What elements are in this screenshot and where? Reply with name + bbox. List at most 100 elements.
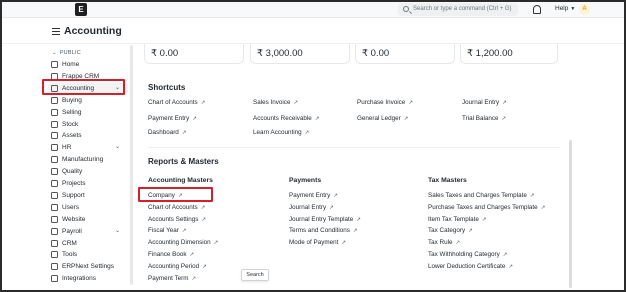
chevron-down-icon[interactable]: ⌄ [115, 83, 120, 94]
arrow-up-right-icon: ↗ [181, 130, 187, 136]
report-link-mode-of-payment[interactable]: Mode of Payment ↗ [289, 239, 346, 246]
cart-icon [51, 96, 58, 104]
arrow-up-right-icon: ↗ [200, 100, 206, 106]
report-link-label: Accounting Dimension [148, 239, 211, 247]
crm-icon [51, 239, 58, 247]
sidebar-item-label: Accounting [62, 84, 95, 92]
reports-title: Reports & Masters [148, 157, 219, 166]
arrow-up-right-icon: ↗ [502, 252, 508, 258]
shortcut-trial-balance[interactable]: Trial Balance ↗ [462, 115, 506, 122]
report-link-finance-book[interactable]: Finance Book ↗ [148, 251, 194, 258]
report-link-tax-category[interactable]: Tax Category ↗ [428, 227, 473, 234]
sidebar-item-quality[interactable]: Quality [48, 166, 128, 177]
sidebar-item-selling[interactable]: Selling [48, 107, 128, 118]
sidebar-item-hr[interactable]: HR ⌄ [48, 142, 128, 153]
sidebar-item-home[interactable]: Home [48, 59, 128, 70]
report-link-item-tax-template[interactable]: Item Tax Template ↗ [428, 216, 486, 223]
sidebar-item-label: Support [62, 191, 85, 199]
report-link-accounts-settings[interactable]: Accounts Settings ↗ [148, 216, 206, 223]
home-icon [51, 61, 58, 68]
search-bar[interactable]: Search or type a command (Ctrl + G) [398, 3, 518, 16]
sidebar-item-integrations[interactable]: Integrations [48, 273, 128, 284]
accounting-icon [51, 84, 58, 92]
sidebar-item-label: Integrations [62, 275, 96, 283]
report-link-chart-of-accounts[interactable]: Chart of Accounts ↗ [148, 204, 205, 211]
report-link-journal-entry-template[interactable]: Journal Entry Template ↗ [289, 216, 361, 223]
sidebar-item-website[interactable]: Website [48, 214, 128, 225]
report-link-tax-rule[interactable]: Tax Rule ↗ [428, 239, 460, 246]
report-link-payment-entry[interactable]: Payment Entry ↗ [289, 192, 338, 199]
sidebar-item-frappe-crm[interactable]: Frappe CRM [48, 71, 128, 82]
number-card[interactable]: ₹ 3,000.00 [250, 44, 350, 64]
avatar[interactable]: A [579, 4, 590, 15]
number-card[interactable]: ₹ 1,200.00 [460, 44, 558, 64]
shortcut-label: Payment Entry [148, 115, 190, 122]
sidebar-item-label: Payroll [62, 227, 82, 235]
shortcut-journal-entry[interactable]: Journal Entry ↗ [462, 99, 507, 106]
sidebar-item-users[interactable]: Users [48, 202, 128, 213]
sidebar-item-stock[interactable]: Stock [48, 119, 128, 130]
sidebar-item-accounting[interactable]: Accounting ⌄ [48, 82, 128, 94]
sidebar-item-support[interactable]: Support [48, 190, 128, 201]
arrow-up-right-icon: ↗ [501, 116, 507, 122]
sidebar-item-assets[interactable]: Assets [48, 130, 128, 141]
card-value: ₹ 3,000.00 [257, 48, 303, 59]
sidebar-item-label: HR [62, 144, 72, 152]
chevron-down-icon[interactable]: ⌄ [115, 226, 120, 237]
report-link-accounting-dimension[interactable]: Accounting Dimension ↗ [148, 239, 218, 246]
report-link-company[interactable]: Company ↗ [148, 192, 183, 199]
shortcut-learn-accounting[interactable]: Learn Accounting ↗ [253, 129, 309, 136]
help-menu-button[interactable]: Help ▼ [555, 5, 575, 12]
sidebar-section-header[interactable]: ⌄ PUBLIC [52, 50, 81, 56]
sidebar-item-label: ERPNext Settings [62, 263, 115, 271]
report-link-purchase-taxes-and-charges-template[interactable]: Purchase Taxes and Charges Template ↗ [428, 204, 545, 211]
sidebar-item-projects[interactable]: Projects [48, 178, 128, 189]
chevron-down-icon: ⌄ [52, 50, 57, 56]
column-heading: Accounting Masters [148, 177, 213, 184]
shortcut-label: Sales Invoice [253, 99, 291, 106]
box-icon [51, 120, 58, 128]
number-card[interactable]: ₹ 0.00 [355, 44, 455, 64]
report-link-terms-and-conditions[interactable]: Terms and Conditions ↗ [289, 227, 358, 234]
shortcut-general-ledger[interactable]: General Ledger ↗ [357, 115, 408, 122]
sidebar-item-tools[interactable]: Tools [48, 249, 128, 260]
report-link-label: Mode of Payment [289, 239, 339, 247]
report-link-payment-term[interactable]: Payment Term ↗ [148, 275, 196, 282]
sidebar-item-buying[interactable]: Buying [48, 95, 128, 106]
sidebar-item-label: CRM [62, 239, 77, 247]
report-link-label: Payment Entry [289, 192, 331, 199]
report-link-tax-withholding-category[interactable]: Tax Withholding Category ↗ [428, 251, 507, 258]
sidebar-scrollbar[interactable] [130, 45, 133, 285]
sidebar-item-crm[interactable]: CRM [48, 238, 128, 249]
sidebar-toggle-icon[interactable] [52, 28, 60, 35]
sidebar-item-payroll[interactable]: Payroll ⌄ [48, 226, 128, 237]
number-card[interactable]: ₹ 0.00 [144, 44, 244, 64]
report-link-label: Chart of Accounts [148, 203, 198, 211]
shortcut-sales-invoice[interactable]: Sales Invoice ↗ [253, 99, 298, 106]
arrow-up-right-icon: ↗ [408, 100, 413, 106]
notification-bell-icon[interactable] [533, 5, 541, 14]
arrow-up-right-icon: ↗ [181, 228, 187, 235]
shortcut-payment-entry[interactable]: Payment Entry ↗ [148, 115, 197, 122]
shortcut-accounts-receivable[interactable]: Accounts Receivable ↗ [253, 115, 319, 122]
arrow-up-right-icon: ↗ [177, 193, 183, 199]
shortcut-chart-of-accounts[interactable]: Chart of Accounts ↗ [148, 99, 205, 106]
chevron-down-icon[interactable]: ⌄ [115, 142, 120, 153]
sidebar-item-label: Selling [62, 108, 82, 116]
report-link-label: Payment Term [148, 274, 189, 282]
main-scrollbar[interactable] [569, 140, 572, 288]
sidebar-item-manufacturing[interactable]: Manufacturing [48, 154, 128, 165]
arrow-up-right-icon: ↗ [329, 204, 334, 211]
sidebar-item-erpnext-settings[interactable]: ERPNext Settings [48, 261, 128, 272]
settings-icon [51, 263, 58, 271]
shortcut-dashboard[interactable]: Dashboard ↗ [148, 129, 186, 136]
report-link-accounting-period[interactable]: Accounting Period ↗ [148, 263, 207, 270]
report-link-fiscal-year[interactable]: Fiscal Year ↗ [148, 227, 186, 234]
report-link-sales-taxes-and-charges-template[interactable]: Sales Taxes and Charges Template ↗ [428, 192, 534, 199]
report-link-lower-deduction-certificate[interactable]: Lower Deduction Certificate ↗ [428, 263, 513, 270]
app-logo[interactable]: E [75, 3, 87, 16]
payroll-icon [51, 227, 58, 235]
shortcut-purchase-invoice[interactable]: Purchase Invoice ↗ [357, 99, 413, 106]
report-link-journal-entry[interactable]: Journal Entry ↗ [289, 204, 334, 211]
shortcut-label: Accounts Receivable [253, 115, 312, 122]
